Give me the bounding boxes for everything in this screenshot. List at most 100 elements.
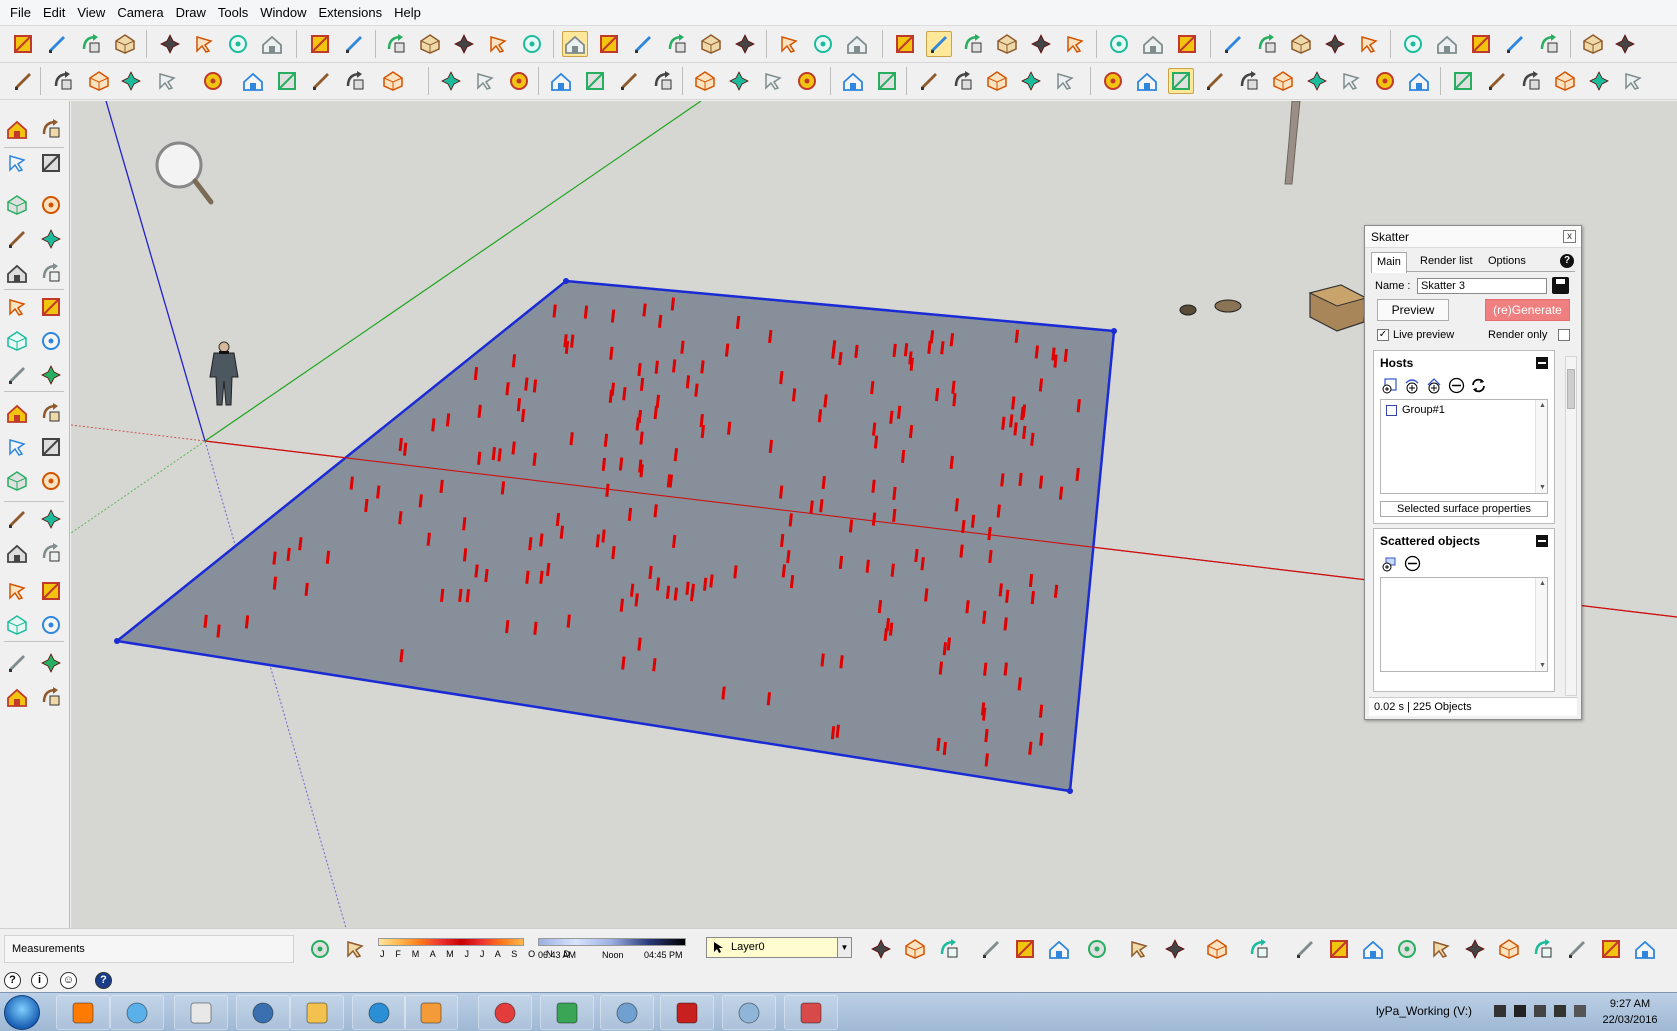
house-icon[interactable] [840,68,866,94]
square-tool-icon[interactable] [596,31,622,57]
arrow-select-icon[interactable] [776,31,802,57]
cube-icon[interactable] [984,68,1010,94]
render-only-checkbox[interactable] [1558,329,1570,341]
pencil-icon[interactable] [1292,936,1318,962]
cube-icon[interactable] [380,68,406,94]
arrow-select-icon[interactable] [1052,68,1078,94]
rotate-icon[interactable] [37,115,65,143]
chrome-icon[interactable] [540,995,594,1030]
arrow-select-icon[interactable] [3,293,31,321]
help-icon[interactable]: ? [1560,254,1574,268]
arrow-select-icon[interactable] [1356,31,1382,57]
scattered-scrollbar[interactable]: ▲ ▼ [1535,578,1547,671]
tray-drive-label[interactable]: lyPa_Working (V:) [1376,1004,1472,1018]
cube-icon[interactable] [994,31,1020,57]
start-button[interactable] [4,995,40,1030]
menu-extensions[interactable]: Extensions [313,0,389,26]
arrow-select-icon[interactable] [1620,68,1646,94]
rotate-icon[interactable] [37,683,65,711]
move-icon[interactable] [37,225,65,253]
house-icon[interactable] [3,539,31,567]
rotate-icon[interactable] [1236,68,1262,94]
folder-icon[interactable] [290,995,344,1030]
close-button[interactable]: x [1563,230,1576,243]
rotate-icon[interactable] [1254,31,1280,57]
add-group-icon[interactable] [1404,377,1421,394]
save-icon[interactable] [1552,277,1569,294]
rotate-icon[interactable] [1536,31,1562,57]
shadow-time-slider[interactable]: 06:43 AM Noon 04:45 PM [538,935,686,963]
move-icon[interactable] [1462,936,1488,962]
remove-host-icon[interactable] [1448,377,1465,394]
cube-icon[interactable] [1270,68,1296,94]
square-tool-icon[interactable] [307,31,333,57]
circle-tool-icon[interactable] [37,611,65,639]
arrow-select-icon[interactable] [1126,936,1152,962]
tab-main[interactable]: Main [1371,252,1407,273]
add-component-icon[interactable] [1426,377,1443,394]
pencil-icon[interactable] [308,68,334,94]
host-surface[interactable] [114,279,1116,793]
flag-icon[interactable] [1514,1005,1526,1017]
house-icon[interactable] [548,68,574,94]
menu-draw[interactable]: Draw [170,0,212,26]
house-icon[interactable] [1134,68,1160,94]
rotate-icon[interactable] [1518,68,1544,94]
arrow-select-icon[interactable] [472,68,498,94]
cube-icon[interactable] [417,31,443,57]
square-tool-icon[interactable] [1174,31,1200,57]
shadow-date-slider[interactable]: J F M A M J J A S O N D [378,935,570,963]
house-icon[interactable] [3,399,31,427]
square-tool-icon[interactable] [1168,68,1194,94]
arrow-select-icon[interactable] [3,433,31,461]
house-icon[interactable] [1046,936,1072,962]
pencil-icon[interactable] [3,649,31,677]
cube-icon[interactable] [3,467,31,495]
house-icon[interactable] [3,115,31,143]
rotate-icon[interactable] [936,936,962,962]
rotate-icon[interactable] [37,539,65,567]
paint-icon[interactable] [110,995,164,1030]
preview-button[interactable]: Preview [1377,299,1449,321]
menu-camera[interactable]: Camera [111,0,169,26]
panel-scrollbar[interactable] [1565,356,1577,696]
clock[interactable]: 9:27 AM 22/03/2016 [1590,996,1670,1028]
rotate-icon[interactable] [78,31,104,57]
hosts-list[interactable]: Group#1 ▲ ▼ [1380,399,1548,494]
pencil-icon[interactable] [1220,31,1246,57]
move-icon[interactable] [37,361,65,389]
user-icon[interactable]: ☺ [60,972,77,989]
square-tool-icon[interactable] [37,149,65,177]
arrow-select-icon[interactable] [342,936,368,962]
rotate-icon[interactable] [1246,936,1272,962]
cube-icon[interactable] [1552,68,1578,94]
tray-arrow-icon[interactable] [1494,1005,1506,1017]
circle-tool-icon[interactable] [794,68,820,94]
pencil-icon[interactable] [1564,936,1590,962]
circle-tool-icon[interactable] [200,68,226,94]
tab-options[interactable]: Options [1483,252,1531,272]
rotate-icon[interactable] [342,68,368,94]
square-tool-icon[interactable] [1012,936,1038,962]
volume-icon[interactable] [1574,1005,1586,1017]
geolocation-icon[interactable]: ? [4,972,21,989]
move-icon[interactable] [157,31,183,57]
sketchup-icon[interactable] [478,995,532,1030]
circle-tool-icon[interactable] [37,327,65,355]
tab-render-list[interactable]: Render list [1415,252,1478,272]
info-icon[interactable]: i [31,972,48,989]
move-icon[interactable] [37,649,65,677]
menu-edit[interactable]: Edit [37,0,71,26]
monitor-icon[interactable] [1534,1005,1546,1017]
pencil-icon[interactable] [3,225,31,253]
measurements-box[interactable]: Measurements [4,935,294,963]
move-icon[interactable] [1586,68,1612,94]
help-icon[interactable]: ? [95,972,112,989]
circle-tool-icon[interactable] [1084,936,1110,962]
cube-icon[interactable] [112,31,138,57]
firefox-icon[interactable] [56,995,110,1030]
square-tool-icon[interactable] [37,293,65,321]
arrow-select-icon[interactable] [191,31,217,57]
move-icon[interactable] [726,68,752,94]
house-icon[interactable] [562,31,588,57]
